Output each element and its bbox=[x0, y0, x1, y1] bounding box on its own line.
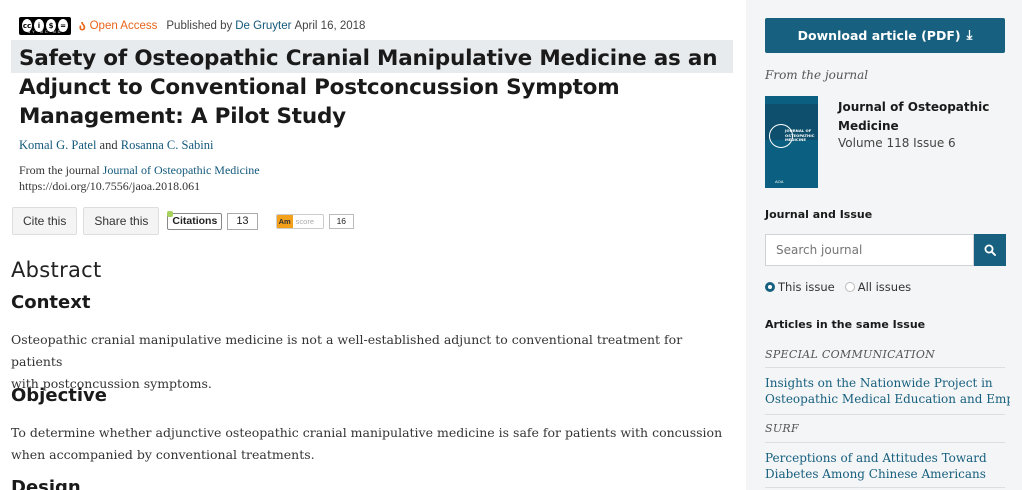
author-link[interactable]: Rosanna C. Sabini bbox=[121, 138, 214, 152]
citations-label: Citations bbox=[167, 210, 223, 230]
altmetric-icon: Am score bbox=[275, 213, 324, 229]
download-icon: ⤓ bbox=[966, 28, 973, 43]
open-access-label: Open Access bbox=[89, 20, 158, 32]
divider bbox=[765, 442, 1005, 443]
search-button[interactable] bbox=[974, 234, 1006, 266]
radio-this-issue[interactable] bbox=[765, 282, 775, 292]
citations-badge[interactable]: Citations 13 bbox=[167, 210, 258, 230]
article-actions: Cite this Share this Citations 13 Am sco… bbox=[12, 207, 355, 235]
section-heading-context: Context bbox=[11, 292, 91, 313]
related-article-link[interactable]: Insights on the Nationwide Project in Os… bbox=[765, 375, 1010, 407]
altmetric-count: 16 bbox=[328, 213, 355, 229]
section-text-context: Osteopathic cranial manipulative medicin… bbox=[11, 332, 683, 391]
article-category: SPECIAL COMMUNICATION bbox=[765, 348, 936, 361]
search-scope: This issue All issues bbox=[765, 280, 921, 294]
journal-issue-heading: Journal and Issue bbox=[765, 208, 873, 221]
section-text-objective: To determine whether adjunctive osteopat… bbox=[11, 425, 723, 462]
volume-issue-link[interactable]: Volume 118 Issue 6 bbox=[838, 136, 956, 150]
cc-license-icon[interactable]: cc i $ = BY NC ND bbox=[19, 17, 71, 35]
abstract-heading: Abstract bbox=[11, 258, 102, 282]
divider bbox=[765, 414, 1005, 415]
download-pdf-button[interactable]: Download article (PDF) ⤓ bbox=[765, 18, 1005, 53]
related-article-link[interactable]: Perceptions of and Attitudes Toward Diab… bbox=[765, 450, 1010, 482]
doi-link[interactable]: https://doi.org/10.7556/jaoa.2018.061 bbox=[19, 179, 200, 194]
author-link[interactable]: Komal G. Patel bbox=[19, 138, 96, 152]
divider bbox=[765, 487, 1005, 488]
open-access-icon: ა bbox=[79, 18, 86, 33]
sidebar: Download article (PDF) ⤓ From the journa… bbox=[746, 0, 1022, 490]
cc-license-text: BY NC ND bbox=[27, 29, 63, 34]
cover-text: JOURNAL OF OSTEOPATHIC MEDICINE bbox=[785, 128, 815, 142]
cite-button[interactable]: Cite this bbox=[12, 207, 78, 235]
citations-count: 13 bbox=[227, 212, 258, 230]
article-main: cc i $ = BY NC ND ა Open Access Publishe… bbox=[11, 0, 746, 490]
articles-same-issue-heading: Articles in the same Issue bbox=[765, 318, 926, 331]
search-icon bbox=[984, 244, 996, 256]
article-meta-line: cc i $ = BY NC ND ა Open Access Publishe… bbox=[19, 16, 365, 36]
radio-all-issues[interactable] bbox=[844, 282, 855, 292]
journal-name-link[interactable]: Journal of Osteopathic Medicine bbox=[838, 98, 1008, 136]
from-journal-label: From the journal bbox=[765, 68, 869, 82]
search-journal-input[interactable] bbox=[765, 234, 974, 266]
share-button[interactable]: Share this bbox=[83, 207, 160, 235]
journal-cover-image[interactable]: JOURNAL OF OSTEOPATHIC MEDICINE AOA bbox=[765, 96, 818, 188]
from-journal: From the journal Journal of Osteopathic … bbox=[19, 163, 260, 177]
section-heading-objective: Objective bbox=[11, 385, 107, 406]
published-by-label: Published by bbox=[166, 20, 233, 32]
divider bbox=[765, 367, 1005, 368]
radio-all-issues-label[interactable]: All issues bbox=[858, 280, 911, 294]
journal-link[interactable]: Journal of Osteopathic Medicine bbox=[103, 163, 260, 177]
publication-date: April 16, 2018 bbox=[294, 20, 366, 32]
publisher-link[interactable]: De Gruyter bbox=[235, 20, 291, 32]
section-heading-design: Design bbox=[11, 477, 81, 490]
authors: Komal G. Patel and Rosanna C. Sabini bbox=[19, 138, 214, 152]
article-title: Safety of Osteopathic Cranial Manipulati… bbox=[19, 46, 718, 129]
altmetric-badge[interactable]: Am score 16 bbox=[275, 213, 355, 229]
article-category: SURF bbox=[765, 422, 799, 435]
radio-this-issue-label[interactable]: This issue bbox=[778, 280, 835, 294]
